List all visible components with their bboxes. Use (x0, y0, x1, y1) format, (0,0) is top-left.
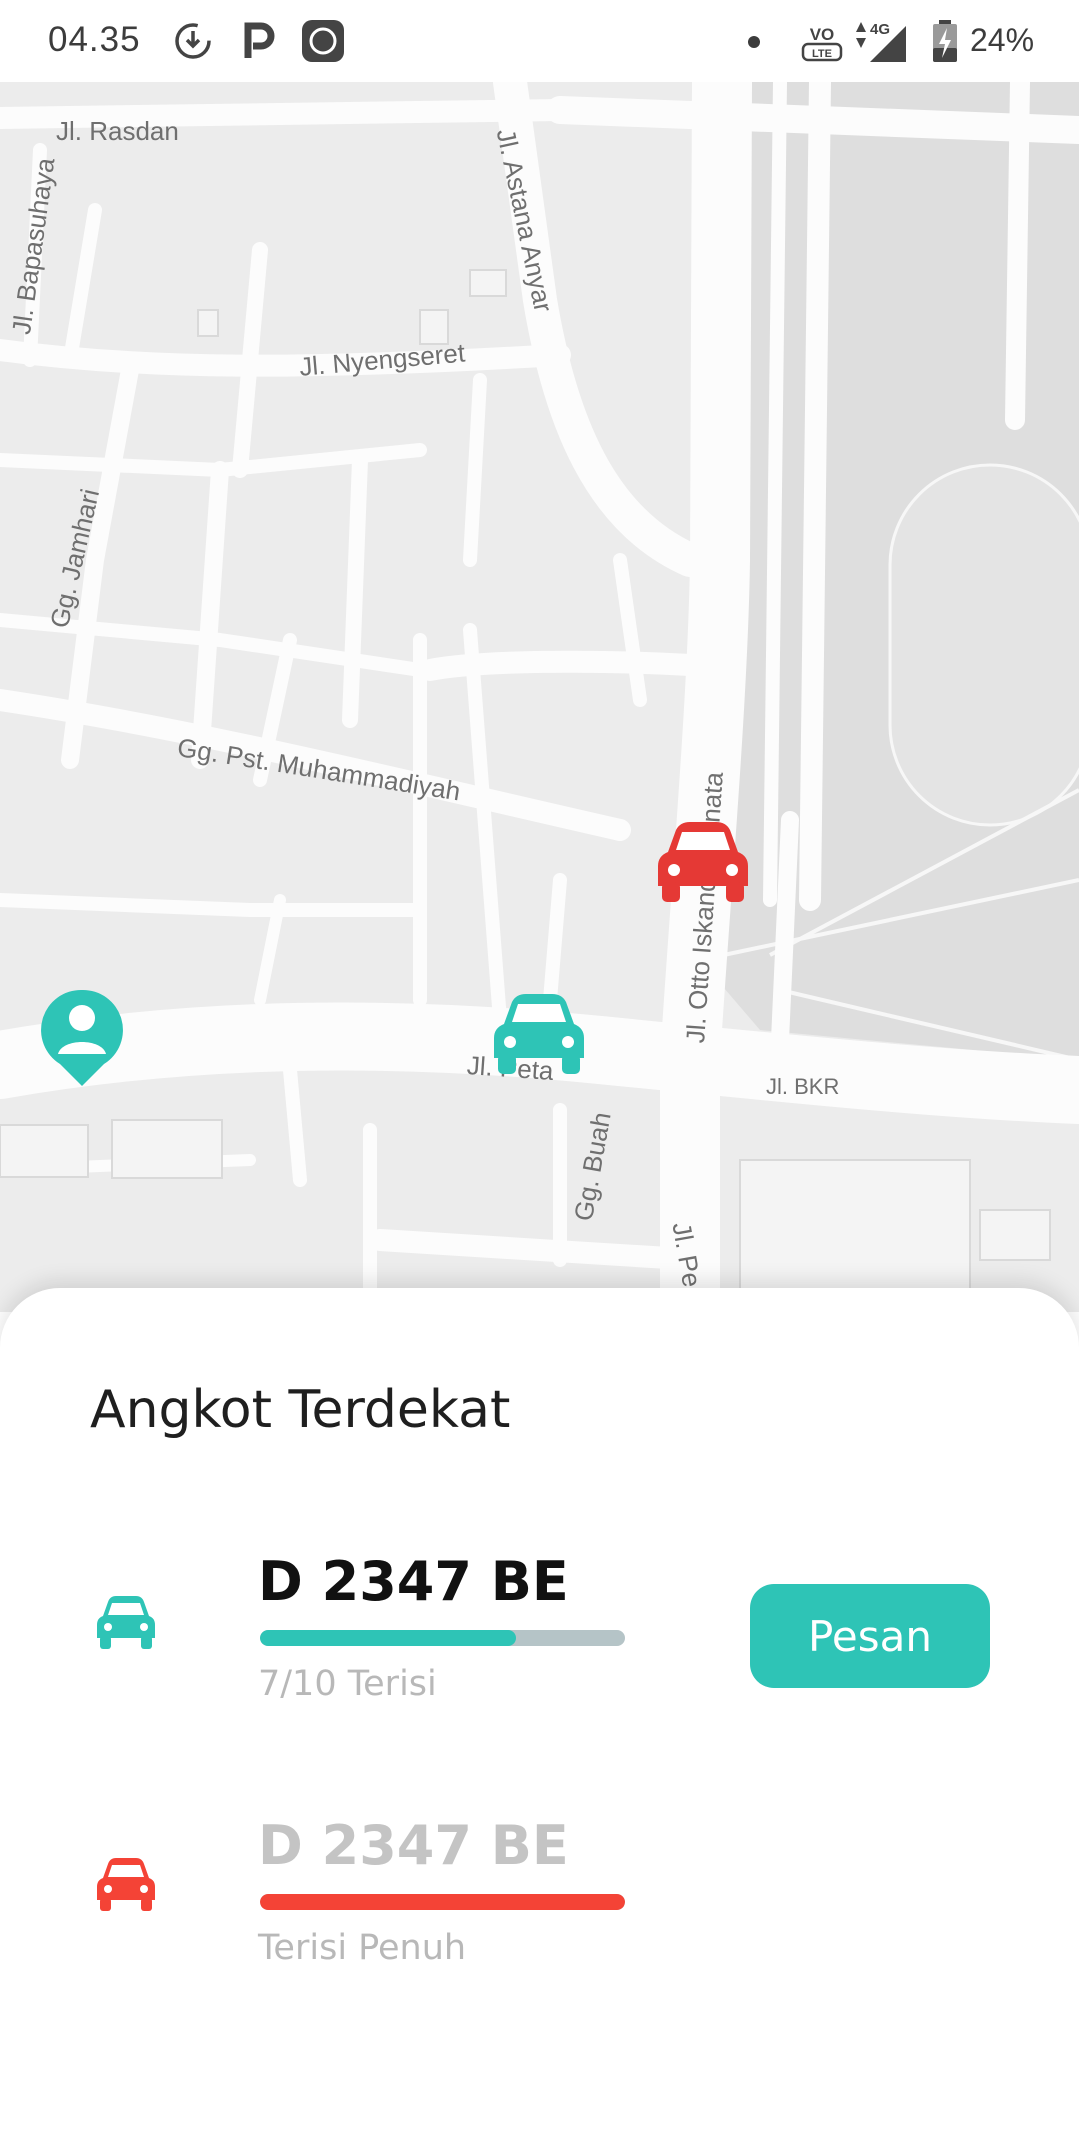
plate-number: D 2347 BE (258, 1550, 569, 1613)
map-view[interactable]: Jl. Rasdan Jl. Bapasuhaya Jl. Astana Any… (0, 82, 1079, 1312)
mi-app-icon (302, 20, 344, 62)
capacity-label: 7/10 Terisi (258, 1664, 437, 1704)
svg-text:LTE: LTE (812, 48, 832, 60)
street-label: Jl. BKR (766, 1074, 840, 1099)
capacity-bar-fill (260, 1630, 516, 1646)
svg-text:VO: VO (810, 25, 835, 44)
sheet-title: Angkot Terdekat (90, 1380, 511, 1440)
car-full-marker-icon[interactable] (656, 820, 750, 906)
street-label: Jl. Rasdan (56, 116, 179, 146)
plate-number: D 2347 BE (258, 1814, 569, 1877)
car-icon (97, 1858, 155, 1911)
capacity-bar (260, 1894, 625, 1910)
capacity-bar-fill (260, 1894, 625, 1910)
car-icon (97, 1596, 155, 1649)
signal-icon: 4G (856, 21, 906, 62)
download-clock-icon (175, 23, 211, 59)
parking-p-icon (244, 22, 275, 58)
capacity-label: Terisi Penuh (258, 1928, 467, 1968)
battery-level: 24% (970, 22, 1035, 58)
capacity-bar (260, 1630, 625, 1646)
svg-text:4G: 4G (870, 21, 890, 38)
battery-charging-icon (933, 20, 957, 62)
status-bar: 04.35 VO LTE 4G 24% (0, 0, 1079, 82)
car-available-marker-icon[interactable] (492, 992, 586, 1078)
notification-dot (748, 36, 760, 48)
pesan-button[interactable]: Pesan (750, 1584, 990, 1688)
list-item[interactable]: D 2347 BE Terisi Penuh (0, 1814, 1079, 2014)
user-location-pin-icon[interactable] (40, 988, 124, 1088)
volte-icon: VO LTE (801, 25, 843, 62)
status-time: 04.35 (48, 20, 141, 59)
nearest-angkot-sheet: Angkot Terdekat D 2347 BE 7/10 Terisi D … (0, 1288, 1079, 2146)
